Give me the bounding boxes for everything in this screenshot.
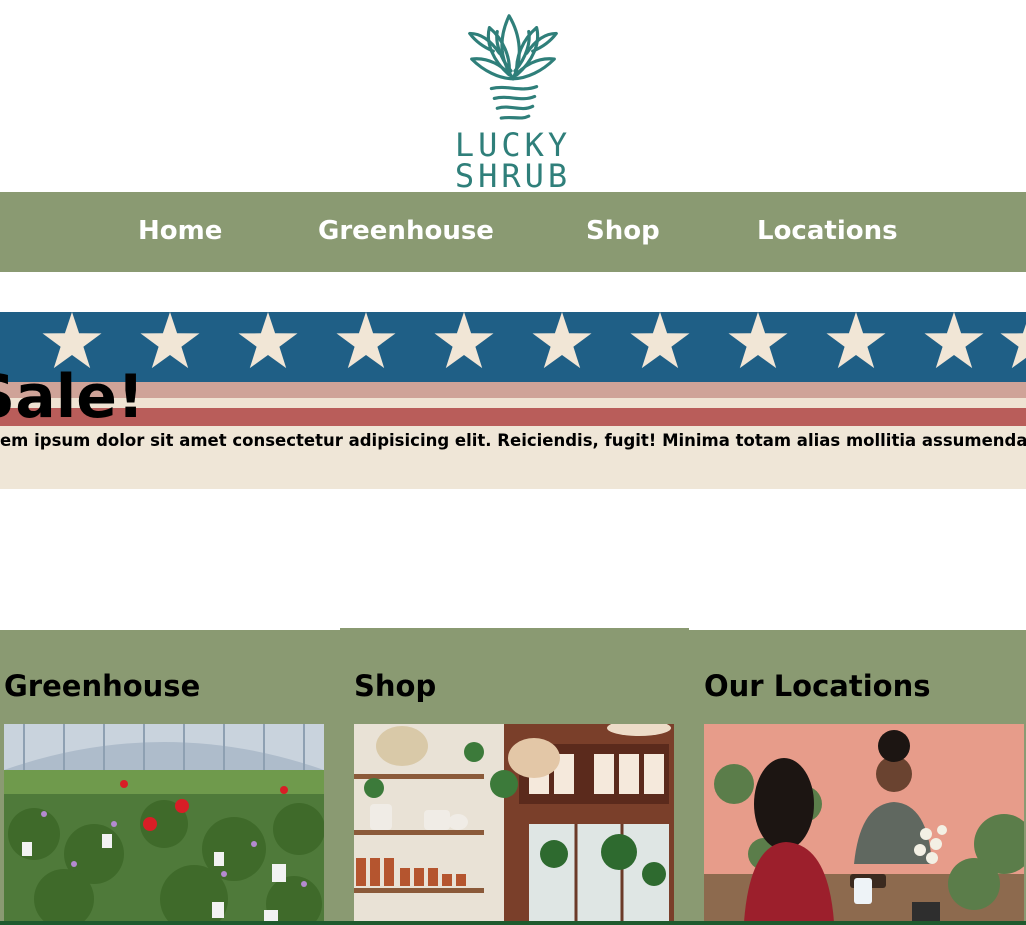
card-locations[interactable]: Our Locations xyxy=(700,630,1026,925)
footer-edge xyxy=(0,921,1026,925)
star-icon xyxy=(42,312,102,369)
star-icon xyxy=(1000,323,1026,369)
card-title: Shop xyxy=(354,669,437,703)
greenhouse-photo[interactable] xyxy=(4,724,324,922)
star-icon xyxy=(728,312,788,369)
flag-stripe xyxy=(0,408,1026,426)
plant-logo-icon xyxy=(468,14,558,120)
star-icon xyxy=(826,312,886,369)
brand-name: LUCKY SHRUB xyxy=(454,129,572,195)
card-greenhouse[interactable]: Greenhouse xyxy=(0,630,330,925)
sale-description: Lorem ipsum dolor sit amet consectetur a… xyxy=(0,431,1026,450)
feature-cards: Greenhouse Shop Our Locations xyxy=(0,628,1026,925)
stars-decoration xyxy=(42,312,1026,369)
locations-image xyxy=(704,724,1024,922)
sale-banner: Sale! Lorem ipsum dolor sit amet consect… xyxy=(0,312,1026,489)
main-nav: Home Greenhouse Shop Locations xyxy=(0,192,1026,272)
sale-title-text: Sale! xyxy=(0,362,145,432)
shop-image xyxy=(354,724,674,922)
star-icon xyxy=(140,312,200,369)
greenhouse-image xyxy=(4,724,324,922)
star-icon xyxy=(532,312,592,369)
sale-title: Sale! xyxy=(0,362,144,432)
card-title: Greenhouse xyxy=(4,669,201,703)
nav-locations[interactable]: Locations xyxy=(757,216,898,246)
logo[interactable]: LUCKY SHRUB xyxy=(0,0,1026,192)
star-icon xyxy=(630,312,690,369)
shop-interior-photo[interactable] xyxy=(354,724,674,922)
card-shop[interactable]: Shop xyxy=(350,630,680,925)
store-checkout-photo[interactable] xyxy=(704,724,1024,922)
star-icon xyxy=(336,312,396,369)
nav-greenhouse[interactable]: Greenhouse xyxy=(318,216,494,246)
star-icon xyxy=(924,312,984,369)
star-icon xyxy=(434,312,494,369)
nav-home[interactable]: Home xyxy=(138,216,222,246)
card-title: Our Locations xyxy=(704,669,931,703)
brand-line-2: SHRUB xyxy=(454,157,572,195)
nav-shop[interactable]: Shop xyxy=(586,216,660,246)
flag-stripe xyxy=(0,398,1026,408)
star-icon xyxy=(238,312,298,369)
